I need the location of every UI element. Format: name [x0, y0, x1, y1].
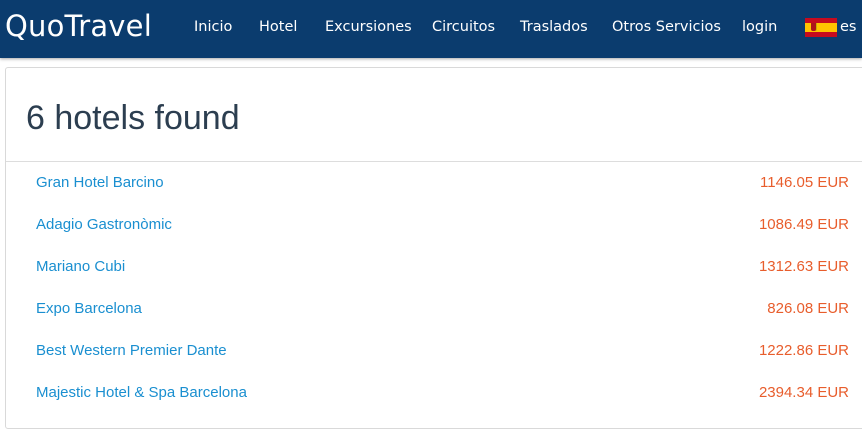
hotel-name-link[interactable]: Mariano Cubi: [36, 258, 125, 276]
hotel-price: 826.08 EUR: [767, 300, 849, 317]
hotel-price: 1312.63 EUR: [758, 258, 849, 275]
nav-link-inicio[interactable]: Inicio: [194, 17, 232, 37]
results-panel: 6 hotels found Gran Hotel Barcino 1146.0…: [5, 67, 862, 429]
results-count-title: 6 hotels found: [26, 99, 240, 137]
list-item: Mariano Cubi 1312.63 EUR: [6, 246, 862, 288]
list-item: Expo Barcelona 826.08 EUR: [6, 288, 862, 330]
hotel-name-link[interactable]: Best Western Premier Dante: [36, 342, 227, 360]
nav-link-hotel[interactable]: Hotel: [259, 17, 297, 37]
results-header: 6 hotels found: [6, 68, 862, 162]
list-item: Majestic Hotel & Spa Barcelona 2394.34 E…: [6, 372, 862, 414]
hotel-name-link[interactable]: Adagio Gastronòmic: [36, 216, 172, 234]
list-item: Gran Hotel Barcino 1146.05 EUR: [6, 162, 862, 204]
language-selector[interactable]: es: [805, 17, 856, 37]
nav-link-otros-servicios[interactable]: Otros Servicios: [612, 17, 721, 37]
hotel-price: 1222.86 EUR: [758, 342, 849, 359]
hotel-list: Gran Hotel Barcino 1146.05 EUR Adagio Ga…: [6, 162, 862, 414]
list-item: Best Western Premier Dante 1222.86 EUR: [6, 330, 862, 372]
hotel-name-link[interactable]: Majestic Hotel & Spa Barcelona: [36, 384, 247, 402]
nav-link-traslados[interactable]: Traslados: [520, 17, 588, 37]
spain-flag-icon: [805, 17, 837, 37]
language-code: es: [840, 19, 857, 35]
hotel-price: 2394.34 EUR: [758, 384, 849, 401]
brand-logo-link[interactable]: QuoTravel: [5, 9, 152, 43]
nav-link-excursiones[interactable]: Excursiones: [325, 17, 412, 37]
hotel-name-link[interactable]: Expo Barcelona: [36, 300, 142, 318]
nav-link-circuitos[interactable]: Circuitos: [432, 17, 495, 37]
top-navbar: QuoTravel Inicio Hotel Excursiones Circu…: [0, 0, 862, 58]
nav-link-login[interactable]: login: [742, 17, 777, 37]
hotel-name-link[interactable]: Gran Hotel Barcino: [36, 174, 164, 192]
list-item: Adagio Gastronòmic 1086.49 EUR: [6, 204, 862, 246]
hotel-price: 1086.49 EUR: [758, 216, 849, 233]
hotel-price: 1146.05 EUR: [760, 174, 849, 191]
